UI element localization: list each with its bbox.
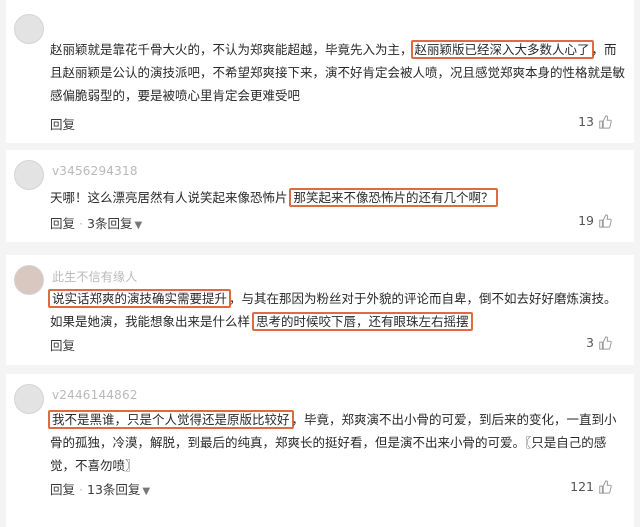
highlighted-text: 说实话郑爽的演技确实需要提升	[48, 289, 232, 308]
comment-card: v3456294318 天哪！这么漂亮居然有人说笑起来像恐怖片 那笑起来不像恐怖…	[6, 150, 634, 242]
avatar[interactable]	[14, 265, 44, 295]
comment-card: 赵丽颖就是靠花千骨大火的，不认为郑爽能超越，毕竟先入为主， 赵丽颖版已经深入大多数…	[6, 0, 634, 143]
highlighted-text: 赵丽颖版已经深入大多数人心了	[410, 40, 594, 59]
highlighted-text: 思考的时候咬下唇，还有眼珠左右摇摆	[251, 312, 473, 331]
reply-link[interactable]: 回复	[50, 335, 75, 354]
comment-text-segment: 天哪！这么漂亮居然有人说笑起来像恐怖片	[50, 190, 292, 205]
username[interactable]: v2446144862	[52, 388, 138, 402]
thumb-up-icon[interactable]	[598, 114, 612, 129]
comment-card: v2446144862 我不是黑谁，只是个人觉得还是原版比较好 ，毕竟，郑爽演不出…	[6, 374, 634, 527]
thumb-up-icon[interactable]	[598, 479, 612, 494]
reply-label[interactable]: 回复	[50, 117, 75, 132]
reply-actions: 回复 · 3条回复 ▼	[50, 216, 143, 231]
thumb-up-icon[interactable]	[598, 335, 612, 350]
reply-count[interactable]: 13条回复	[87, 482, 140, 497]
reply-count[interactable]: 3条回复	[87, 216, 132, 231]
like-button[interactable]: 121	[570, 479, 612, 494]
reply-label[interactable]: 回复	[50, 482, 75, 497]
like-button[interactable]: 19	[578, 213, 612, 228]
avatar[interactable]	[14, 14, 44, 44]
chevron-down-icon[interactable]: ▼	[142, 486, 150, 497]
highlighted-text: 那笑起来不像恐怖片的还有几个啊？	[289, 188, 498, 207]
like-button[interactable]: 13	[578, 114, 612, 129]
comment-text: 我不是黑谁，只是个人觉得还是原版比较好 ，毕竟，郑爽演不出小骨的可爱，到后来的变化…	[48, 408, 626, 477]
like-count: 121	[570, 479, 594, 494]
thumb-up-icon[interactable]	[598, 213, 612, 228]
avatar[interactable]	[14, 384, 44, 414]
username[interactable]: 此生不信有缘人	[52, 268, 137, 285]
reply-label[interactable]: 回复	[50, 338, 75, 353]
like-count: 19	[578, 213, 594, 228]
like-count: 13	[578, 114, 594, 129]
highlighted-text: 我不是黑谁，只是个人觉得还是原版比较好	[48, 410, 294, 429]
comment-text: 说实话郑爽的演技确实需要提升 ，与其在那因为粉丝对于外貌的评论而自卑，倒不如去好好…	[48, 287, 626, 333]
chevron-down-icon[interactable]: ▼	[134, 220, 142, 231]
reply-actions: 回复 · 13条回复 ▼	[50, 482, 151, 497]
comment-text-segment: 赵丽颖就是靠花千骨大火的，不认为郑爽能超越，毕竟先入为主，	[50, 42, 413, 57]
reply-link[interactable]: 回复	[50, 114, 75, 133]
comment-text: 天哪！这么漂亮居然有人说笑起来像恐怖片 那笑起来不像恐怖片的还有几个啊？	[50, 186, 626, 209]
like-count: 3	[586, 335, 594, 350]
username[interactable]: v3456294318	[52, 164, 138, 178]
reply-label[interactable]: 回复	[50, 216, 75, 231]
comment-card: 此生不信有缘人 说实话郑爽的演技确实需要提升 ，与其在那因为粉丝对于外貌的评论而自…	[6, 255, 634, 365]
comment-text: 赵丽颖就是靠花千骨大火的，不认为郑爽能超越，毕竟先入为主， 赵丽颖版已经深入大多数…	[50, 38, 626, 107]
like-button[interactable]: 3	[586, 335, 612, 350]
avatar[interactable]	[14, 160, 44, 190]
